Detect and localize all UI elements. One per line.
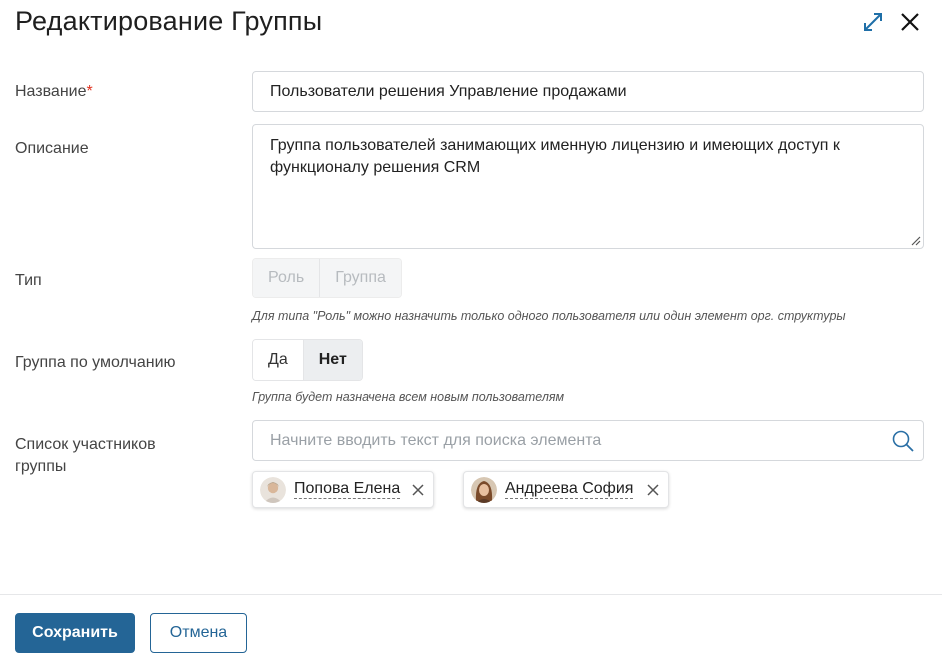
- cancel-button[interactable]: Отмена: [150, 613, 247, 653]
- close-icon[interactable]: [898, 10, 922, 34]
- member-name[interactable]: Андреева София: [505, 480, 634, 499]
- avatar: [260, 476, 286, 503]
- members-label-line1: Список участников: [15, 436, 156, 453]
- default-group-toggle: Да Нет: [252, 339, 363, 381]
- default-group-label: Группа по умолчанию: [15, 354, 176, 371]
- resize-handle-icon[interactable]: [911, 236, 921, 246]
- type-label: Тип: [15, 272, 42, 289]
- member-chip: Андреева София: [463, 471, 669, 508]
- dialog-title: Редактирование Группы: [15, 6, 323, 36]
- members-label: Список участников группы: [15, 434, 156, 478]
- footer-divider: [0, 594, 942, 595]
- description-label: Описание: [15, 140, 89, 157]
- search-icon[interactable]: [891, 429, 915, 453]
- member-search-input[interactable]: Начните вводить текст для поиска элемент…: [252, 420, 924, 461]
- avatar: [471, 476, 497, 503]
- description-text: Группа пользователей занимающих именную …: [270, 137, 840, 176]
- remove-member-icon[interactable]: [647, 483, 659, 496]
- type-toggle: Роль Группа: [252, 258, 402, 298]
- type-option-group: Группа: [319, 259, 401, 297]
- name-label: Название*: [15, 81, 93, 103]
- member-chip: Попова Елена: [252, 471, 434, 508]
- description-textarea[interactable]: Группа пользователей занимающих именную …: [252, 124, 924, 249]
- expand-icon[interactable]: [861, 10, 885, 34]
- member-name[interactable]: Попова Елена: [294, 480, 401, 499]
- save-button[interactable]: Сохранить: [15, 613, 135, 653]
- default-option-no[interactable]: Нет: [302, 340, 362, 380]
- members-label-line2: группы: [15, 458, 67, 475]
- type-option-role: Роль: [253, 259, 320, 297]
- default-option-yes[interactable]: Да: [253, 340, 303, 380]
- name-label-text: Название: [15, 83, 87, 100]
- required-mark: *: [86, 83, 93, 100]
- name-input[interactable]: Пользователи решения Управление продажам…: [252, 71, 924, 112]
- remove-member-icon[interactable]: [412, 483, 424, 496]
- default-group-hint: Группа будет назначена всем новым пользо…: [252, 390, 565, 404]
- type-hint: Для типа "Роль" можно назначить только о…: [252, 309, 846, 323]
